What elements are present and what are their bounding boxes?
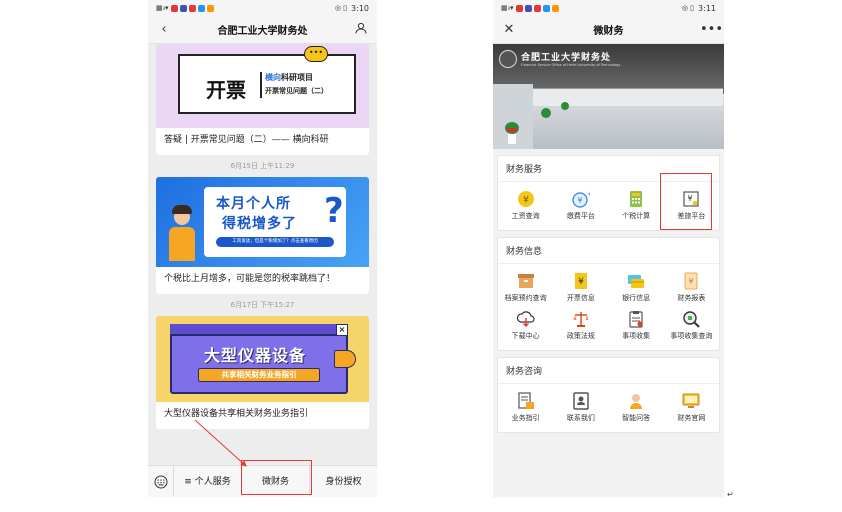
archive-appointment-button[interactable]: 档案预约查询 [498,268,553,306]
report-icon: ¥ [682,272,700,290]
magnifier-icon [682,310,701,328]
monitor-icon [682,392,700,410]
university-seal-icon [499,50,517,68]
hero-logo-text: 合肥工业大学财务处 [521,53,612,63]
svg-text:¥: ¥ [689,277,694,286]
scales-icon [572,310,590,328]
section-finance-info: 财务信息 档案预约查询 ¥ 开票信息 银行信息 ¥ 财务报表 下载中心 政策法规… [497,237,720,351]
bank-card-icon [627,272,645,290]
download-center-button[interactable]: 下载中心 [498,306,553,344]
status-bar: ▦ᵢₗ▾ ◎ ▯ 3:11 [493,0,724,16]
official-website-button[interactable]: 财务官网 [664,388,719,426]
hero-photo: 合肥工业大学财务处 Financial Service Office of He… [493,44,724,149]
assistant-icon [627,392,645,410]
item-collection-button[interactable]: 事项收集 [609,306,664,344]
smart-qa-button[interactable]: 智能问答 [609,388,664,426]
more-icon[interactable]: ••• [700,22,723,37]
tax-calculator-button[interactable]: 个税计算 [609,186,664,224]
payment-yuan-icon: ¥ + [572,190,590,208]
item-collection-query-button[interactable]: 事项收集查询 [664,306,719,344]
svg-text:¥: ¥ [523,195,529,205]
bank-info-button[interactable]: 银行信息 [609,268,664,306]
cloud-download-icon [516,310,535,328]
contact-book-icon [572,391,590,410]
archive-box-icon [517,272,535,290]
clipboard-icon [627,310,645,328]
salary-query-button[interactable]: ¥ 工资查询 [498,186,553,224]
status-icons: ▦ᵢₗ▾ [501,4,559,12]
section-finance-consult: 财务咨询 业务指引 联系我们 智能问答 财务官网 [497,357,720,433]
invoice-info-button[interactable]: ¥ 开票信息 [553,268,608,306]
contact-us-button[interactable]: 联系我们 [553,388,608,426]
coin-yuan-icon: ¥ [517,190,535,208]
return-mark-icon: ↵ [727,490,734,499]
section-title: 财务咨询 [498,358,719,384]
policy-regulation-button[interactable]: 政策法规 [553,306,608,344]
financial-report-button[interactable]: ¥ 财务报表 [664,268,719,306]
payment-platform-button[interactable]: ¥ + 缴费平台 [553,186,608,224]
highlight-box-travel-platform [660,173,712,230]
close-icon[interactable]: ✕ [501,22,517,37]
svg-text:¥: ¥ [577,196,582,205]
right-phone-screen: ▦ᵢₗ▾ ◎ ▯ 3:11 ✕ 微财务 ••• 合肥工业大学财务处 Financ… [493,0,724,497]
section-title: 财务信息 [498,238,719,264]
svg-text:¥: ¥ [578,277,584,287]
hero-subtitle: Financial Service Office of Hefei Univer… [521,63,621,67]
status-time: 3:11 [698,3,716,13]
nav-bar: ✕ 微财务 ••• [493,16,724,44]
calculator-icon [627,190,645,208]
invoice-yuan-icon: ¥ [572,272,590,290]
page-title: 微财务 [593,26,624,37]
guide-document-icon [517,391,535,410]
business-guide-button[interactable]: 业务指引 [498,388,553,426]
svg-text:+: + [587,190,590,198]
